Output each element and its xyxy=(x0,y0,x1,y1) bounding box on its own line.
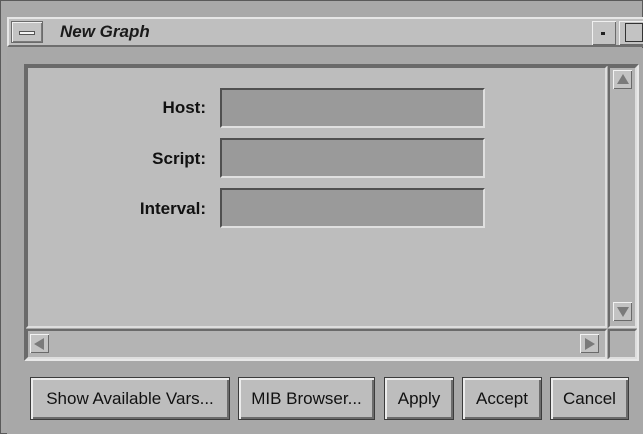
scrolled-form-area: Host: Script: Interval: xyxy=(24,64,639,361)
script-input[interactable] xyxy=(220,138,485,178)
window-title: New Graph xyxy=(60,22,150,41)
cancel-button[interactable]: Cancel xyxy=(550,377,629,420)
host-input[interactable] xyxy=(220,88,485,128)
vertical-scrollbar[interactable] xyxy=(608,66,637,328)
interval-label: Interval: xyxy=(139,199,206,218)
maximize-icon xyxy=(625,23,643,42)
host-label: Host: xyxy=(162,98,206,117)
scroll-right-button[interactable] xyxy=(580,334,599,353)
interval-input[interactable] xyxy=(220,188,485,228)
arrow-up-icon xyxy=(617,74,629,84)
minimize-icon xyxy=(601,32,605,35)
form-view: Host: Script: Interval: xyxy=(26,66,607,328)
scroll-down-button[interactable] xyxy=(613,302,632,321)
accept-button[interactable]: Accept xyxy=(462,377,542,420)
button-row: Show Available Vars... MIB Browser... Ap… xyxy=(25,377,640,420)
window-content: Host: Script: Interval: Show Available V… xyxy=(7,48,643,434)
window-menu-button[interactable] xyxy=(11,21,43,43)
arrow-right-icon xyxy=(585,338,595,350)
maximize-button[interactable] xyxy=(619,21,643,45)
horizontal-scrollbar[interactable] xyxy=(26,329,607,359)
apply-button[interactable]: Apply xyxy=(384,377,454,420)
arrow-down-icon xyxy=(617,307,629,317)
mib-browser-button[interactable]: MIB Browser... xyxy=(238,377,375,420)
title-bar[interactable]: New Graph xyxy=(7,17,643,47)
minimize-button[interactable] xyxy=(592,21,616,45)
window-menu-icon xyxy=(19,31,35,35)
scrollbar-corner xyxy=(608,329,637,359)
arrow-left-icon xyxy=(34,338,44,350)
script-label: Script: xyxy=(152,149,206,168)
new-graph-window: New Graph Host: Script: Interval: Show A… xyxy=(0,0,643,434)
show-available-vars-button[interactable]: Show Available Vars... xyxy=(30,377,230,420)
scroll-left-button[interactable] xyxy=(30,334,49,353)
scroll-up-button[interactable] xyxy=(613,70,632,89)
